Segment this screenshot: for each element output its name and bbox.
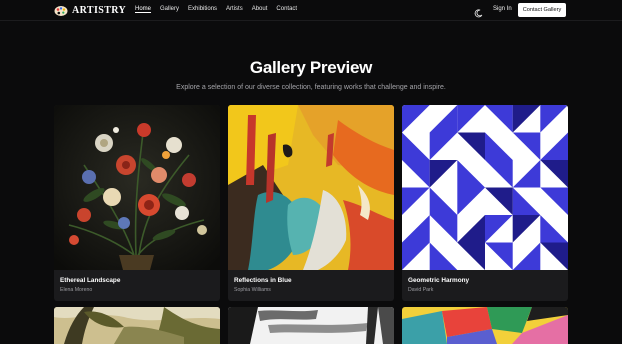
artwork-card-body: Ethereal Landscape Elena Moreno <box>54 270 220 301</box>
sign-in-link[interactable]: Sign In <box>493 6 512 12</box>
nav-item-about[interactable]: About <box>252 6 268 12</box>
artwork-artist: Elena Moreno <box>60 287 93 293</box>
artwork-image-abstract <box>228 105 394 270</box>
contact-gallery-button[interactable]: Contact Gallery <box>518 3 566 17</box>
artwork-card-body: Geometric Harmony David Park <box>402 270 568 301</box>
nav-item-home[interactable]: Home <box>135 6 151 12</box>
page-title: Gallery Preview <box>249 58 373 77</box>
artwork-image-color-blocks <box>402 307 568 344</box>
artwork-artist: David Park <box>408 287 434 293</box>
artwork-card[interactable] <box>402 307 568 344</box>
palette-icon <box>54 4 68 16</box>
main-nav: Home Gallery Exhibitions Artists About C… <box>135 6 297 12</box>
artwork-artist: Sophia Williams <box>234 287 271 293</box>
page-subtitle: Explore a selection of our diverse colle… <box>176 84 446 91</box>
artwork-card[interactable] <box>54 307 220 344</box>
nav-item-artists[interactable]: Artists <box>226 6 243 12</box>
nav-item-gallery[interactable]: Gallery <box>160 6 179 12</box>
brand-logo[interactable]: ARTISTRY <box>54 3 126 17</box>
artwork-card-body: Reflections in Blue Sophia Williams <box>228 270 394 301</box>
artwork-image-landscape <box>54 307 220 344</box>
artwork-image-geometric <box>402 105 568 270</box>
nav-item-contact[interactable]: Contact <box>276 6 297 12</box>
artwork-card[interactable]: Geometric Harmony David Park <box>402 105 568 301</box>
artwork-title: Geometric Harmony <box>408 277 470 284</box>
artwork-image-brushstroke <box>228 307 394 344</box>
nav-item-exhibitions[interactable]: Exhibitions <box>188 6 217 12</box>
artwork-card[interactable]: Reflections in Blue Sophia Williams <box>228 105 394 301</box>
site-header: ARTISTRY Home Gallery Exhibitions Artist… <box>0 0 622 21</box>
artwork-title: Reflections in Blue <box>234 277 292 284</box>
brand-name: ARTISTRY <box>72 4 127 16</box>
artwork-image-floral <box>54 105 220 270</box>
artwork-card[interactable]: Ethereal Landscape Elena Moreno <box>54 105 220 301</box>
artwork-card[interactable] <box>228 307 394 344</box>
artwork-title: Ethereal Landscape <box>60 277 121 284</box>
moon-icon[interactable] <box>474 5 483 18</box>
